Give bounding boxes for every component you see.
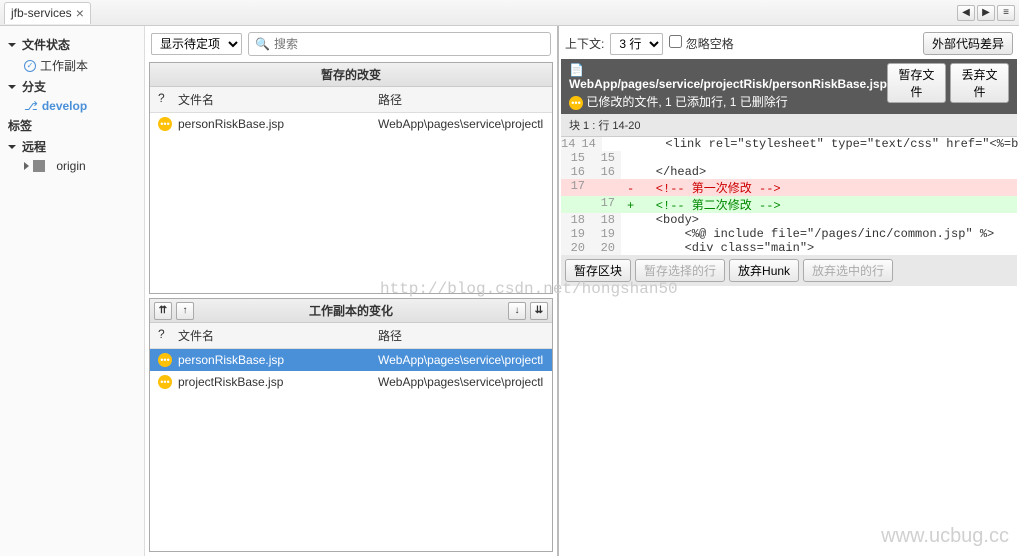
staged-panel: 暂存的改变 ? 文件名 路径 ••• personRiskBase.jsp We…: [149, 62, 553, 294]
tab[interactable]: jfb-services ×: [4, 2, 91, 24]
branch-icon: ⎇: [24, 99, 38, 113]
modified-icon: •••: [158, 375, 172, 389]
context-select[interactable]: 3 行: [610, 33, 663, 55]
working-col-status[interactable]: ?: [150, 323, 170, 348]
sidebar-section-file-status[interactable]: 文件状态: [4, 34, 140, 55]
hunk-header: 块 1 : 行 14-20: [561, 114, 1017, 137]
diff-view[interactable]: 1414 <link rel="stylesheet" type="text/c…: [561, 137, 1017, 255]
ignore-ws-label[interactable]: 忽略空格: [669, 35, 733, 52]
code-line[interactable]: 1515: [561, 151, 1017, 165]
nav-next-button[interactable]: ▶: [977, 5, 995, 21]
stage-up-button[interactable]: ↑: [176, 302, 194, 320]
unstage-down-button[interactable]: ↓: [508, 302, 526, 320]
table-row[interactable]: ••• personRiskBase.jsp WebApp\pages\serv…: [150, 113, 552, 135]
nav-prev-button[interactable]: ◀: [957, 5, 975, 21]
working-panel: ⇈ ↑ 工作副本的变化 ↓ ⇊ ? 文件名 路径 •••personRiskBa…: [149, 298, 553, 552]
stage-selected-lines-button[interactable]: 暂存选择的行: [635, 259, 725, 282]
code-line[interactable]: 17- <!-- 第一次修改 -->: [561, 179, 1017, 196]
sidebar-section-tags[interactable]: 标签: [4, 115, 140, 136]
discard-selected-lines-button[interactable]: 放弃选中的行: [803, 259, 893, 282]
search-icon: 🔍: [255, 37, 270, 51]
close-icon[interactable]: ×: [76, 5, 84, 21]
sidebar: 文件状态 ✓工作副本 分支 ⎇develop 标签 远程 origin: [0, 26, 145, 556]
tab-bar: jfb-services × ◀ ▶ ≡: [0, 0, 1019, 26]
staged-col-status[interactable]: ?: [150, 87, 170, 112]
sidebar-item-working-copy[interactable]: ✓工作副本: [4, 55, 140, 76]
table-row[interactable]: •••projectRiskBase.jspWebApp\pages\servi…: [150, 371, 552, 393]
nav-menu-button[interactable]: ≡: [997, 5, 1015, 21]
working-header: ⇈ ↑ 工作副本的变化 ↓ ⇊: [150, 299, 552, 323]
modified-icon: •••: [569, 96, 583, 110]
discard-hunk-button[interactable]: 放弃Hunk: [729, 259, 799, 282]
chevron-right-icon: [24, 162, 29, 170]
code-line[interactable]: 1414 <link rel="stylesheet" type="text/c…: [561, 137, 1017, 151]
table-row[interactable]: •••personRiskBase.jspWebApp\pages\servic…: [150, 349, 552, 371]
context-label: 上下文:: [565, 35, 604, 52]
unstage-all-down-button[interactable]: ⇊: [530, 302, 548, 320]
file-path: WebApp/pages/service/projectRisk/personR…: [569, 77, 887, 91]
server-icon: [33, 160, 45, 172]
search-input[interactable]: [270, 35, 544, 53]
modified-icon: •••: [158, 353, 172, 367]
sidebar-section-remotes[interactable]: 远程: [4, 136, 140, 157]
sidebar-item-origin[interactable]: origin: [4, 157, 140, 175]
file-info: 📄 WebApp/pages/service/projectRisk/perso…: [561, 59, 1017, 114]
code-line[interactable]: 17+ <!-- 第二次修改 -->: [561, 196, 1017, 213]
ignore-ws-checkbox[interactable]: [669, 35, 682, 48]
sidebar-section-branches[interactable]: 分支: [4, 76, 140, 97]
tab-title: jfb-services: [11, 6, 72, 20]
stage-all-up-button[interactable]: ⇈: [154, 302, 172, 320]
external-diff-button[interactable]: 外部代码差异: [923, 32, 1013, 55]
code-line[interactable]: 1616 </head>: [561, 165, 1017, 179]
code-line[interactable]: 1818 <body>: [561, 213, 1017, 227]
code-line[interactable]: 1919 <%@ include file="/pages/inc/common…: [561, 227, 1017, 241]
working-col-name[interactable]: 文件名: [170, 323, 370, 348]
file-icon: 📄: [569, 63, 584, 77]
check-icon: ✓: [24, 60, 36, 72]
file-status: 已修改的文件, 1 已添加行, 1 已删除行: [586, 95, 787, 109]
modified-icon: •••: [158, 117, 172, 131]
staged-col-name[interactable]: 文件名: [170, 87, 370, 112]
discard-file-button[interactable]: 丢弃文件: [950, 63, 1009, 103]
stage-hunk-button[interactable]: 暂存区块: [565, 259, 631, 282]
working-col-path[interactable]: 路径: [370, 323, 552, 348]
staged-header: 暂存的改变: [150, 63, 552, 87]
stage-file-button[interactable]: 暂存文件: [887, 63, 946, 103]
staged-col-path[interactable]: 路径: [370, 87, 552, 112]
search-box[interactable]: 🔍: [248, 32, 551, 56]
pending-filter-select[interactable]: 显示待定项: [151, 33, 242, 55]
sidebar-item-develop[interactable]: ⎇develop: [4, 97, 140, 115]
code-line[interactable]: 2020 <div class="main">: [561, 241, 1017, 255]
